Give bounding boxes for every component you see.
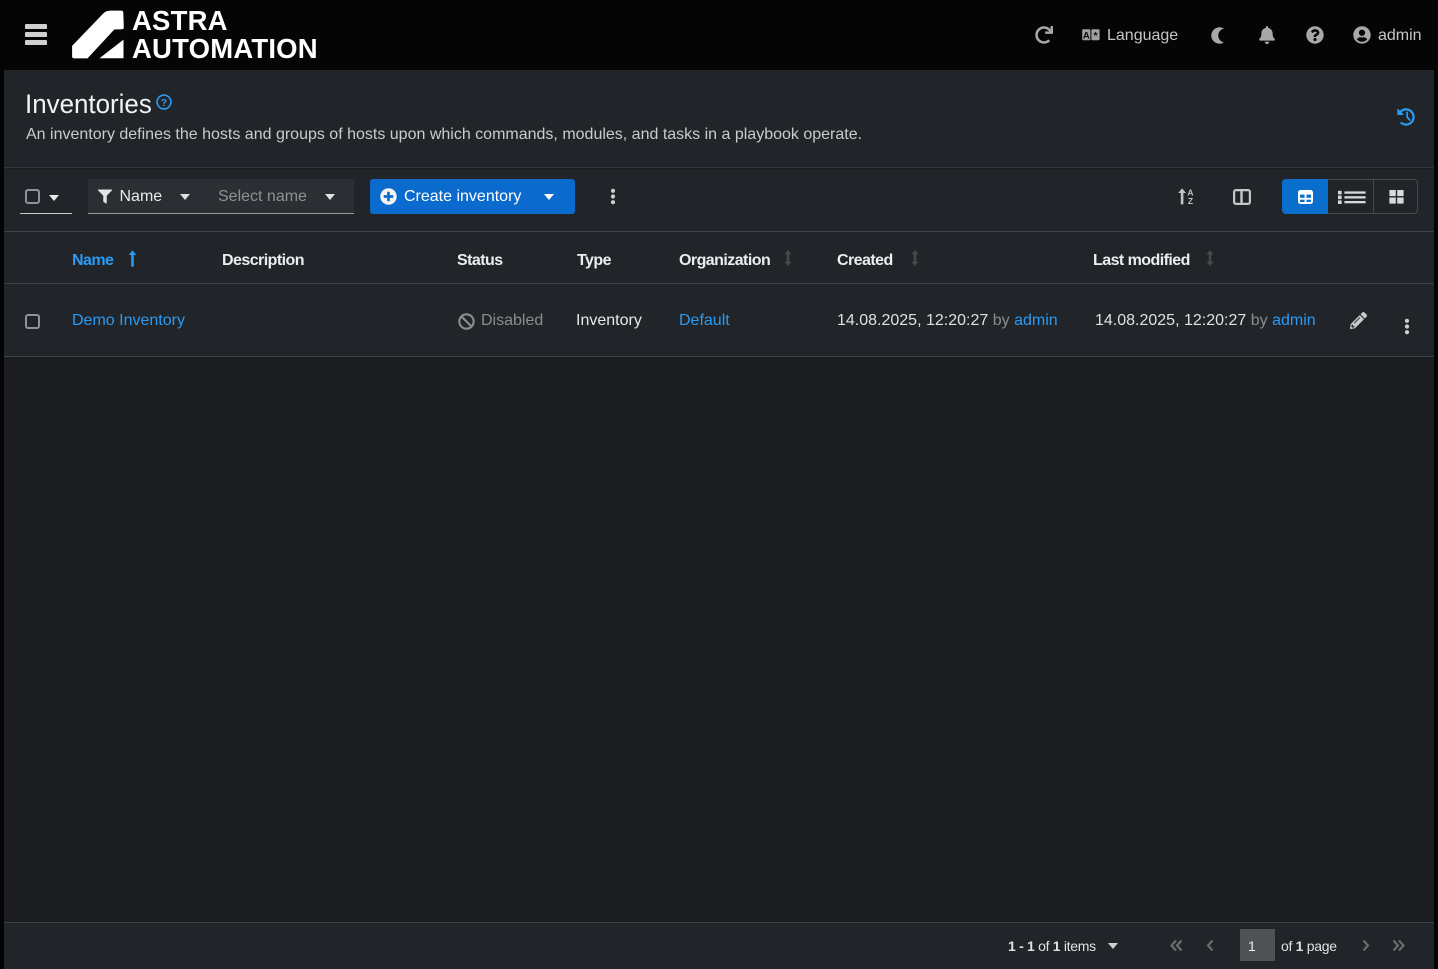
svg-text:Z: Z <box>1188 196 1193 205</box>
svg-text:A: A <box>1083 30 1090 41</box>
svg-text:?: ? <box>160 96 166 108</box>
